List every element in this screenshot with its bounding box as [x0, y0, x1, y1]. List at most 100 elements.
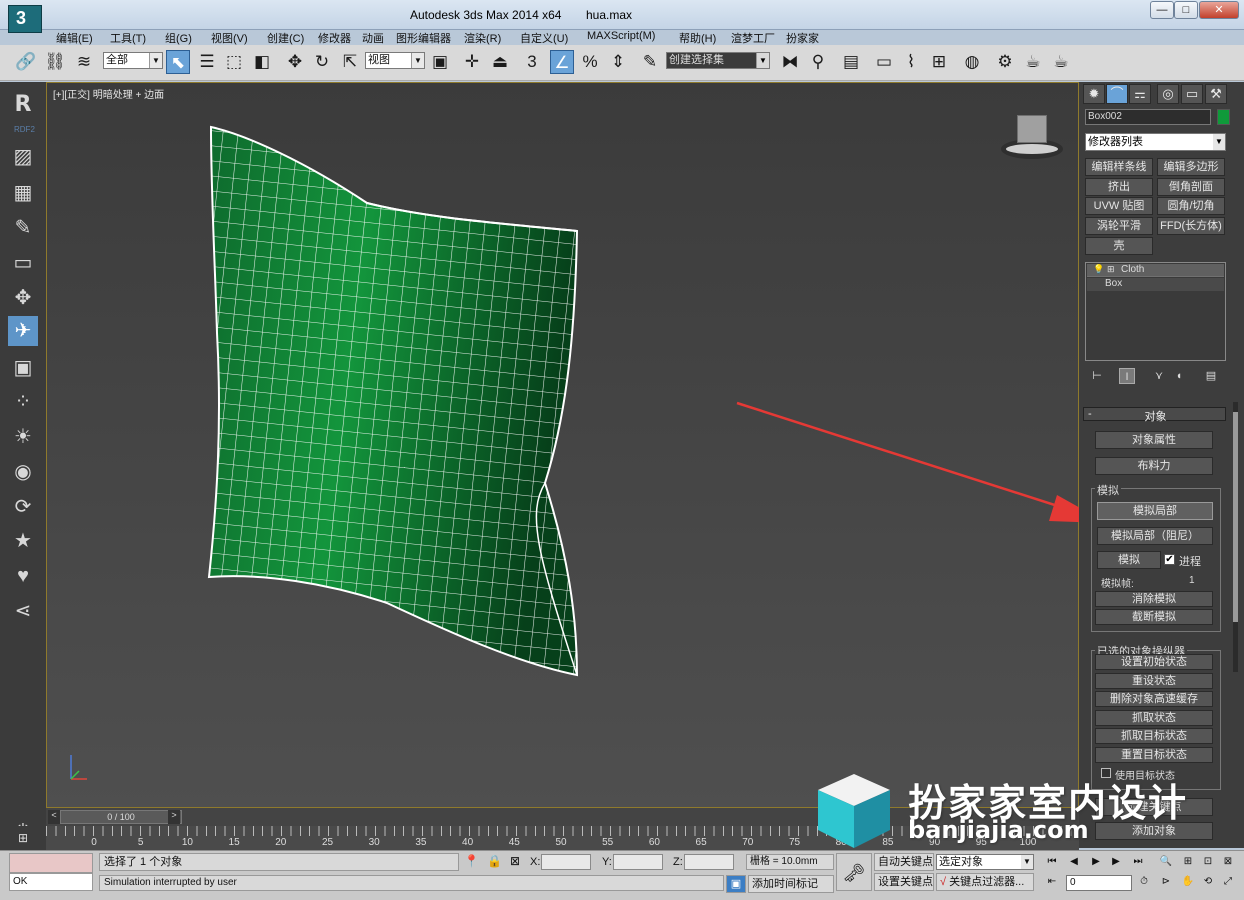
menu-modifiers[interactable]: 修改器 — [318, 30, 351, 46]
time-config-icon[interactable]: ⏱ — [1136, 875, 1152, 889]
x-coordinate-field[interactable] — [541, 854, 591, 870]
rollout-object-header[interactable]: - 对象 — [1083, 407, 1226, 423]
select-by-name-icon[interactable]: ☰ — [195, 50, 219, 74]
menu-animation[interactable]: 动画 — [362, 30, 384, 46]
open-mini-curve-editor-icon[interactable]: ⊞ — [0, 826, 46, 850]
tab-display[interactable]: ▭ — [1181, 84, 1203, 104]
simulate-local-button[interactable]: 模拟局部 — [1097, 502, 1213, 520]
app-menu-button[interactable]: 3 — [8, 5, 42, 33]
dots-icon[interactable]: ⁘ — [8, 387, 38, 417]
next-frame-icon[interactable]: ▶ — [1108, 855, 1124, 869]
modifier-ffd-box-button[interactable]: FFD(长方体) — [1157, 217, 1225, 235]
percent-snap-icon[interactable]: % — [578, 50, 602, 74]
truncate-simulation-button[interactable]: 截断模拟 — [1095, 609, 1213, 625]
move-icon[interactable]: ✥ — [8, 283, 38, 313]
zoom-all-icon[interactable]: ⊞ — [1180, 855, 1196, 869]
image-icon[interactable]: ▨ — [8, 142, 38, 172]
menu-group[interactable]: 组(G) — [165, 30, 192, 46]
layer-manager-icon[interactable]: ▤ — [839, 50, 863, 74]
menu-create[interactable]: 创建(C) — [267, 30, 304, 46]
goto-start-icon[interactable]: ⏮ — [1044, 855, 1060, 869]
set-key-icon[interactable]: 🗝 — [836, 853, 872, 891]
zoom-extents-all-icon[interactable]: ⊠ — [1220, 855, 1236, 869]
stack-item-box[interactable]: Box — [1087, 278, 1224, 291]
reset-target-state-button[interactable]: 重置目标状态 — [1095, 747, 1213, 763]
simulate-button[interactable]: 模拟 — [1097, 551, 1161, 569]
goto-end-icon[interactable]: ⏭ — [1130, 855, 1146, 869]
cloth-forces-button[interactable]: 布料力 — [1095, 457, 1213, 475]
expand-plus-icon[interactable]: ⊞ — [1107, 264, 1115, 275]
graphite-ribbon-icon[interactable]: ▭ — [872, 50, 896, 74]
snaps-toggle-icon[interactable]: 3 — [520, 50, 544, 74]
delete-object-cache-button[interactable]: 删除对象高速缓存 — [1095, 691, 1213, 707]
menu-graph-editors[interactable]: 图形编辑器 — [396, 30, 451, 46]
menu-edit[interactable]: 编辑(E) — [56, 30, 93, 46]
object-name-field[interactable]: Box002 — [1085, 109, 1211, 125]
zoom-extents-icon[interactable]: ⊡ — [1200, 855, 1216, 869]
pivot-center-icon[interactable]: ▣ — [428, 50, 452, 74]
set-key-button[interactable]: 设置关键点 — [874, 873, 934, 891]
unlink-icon[interactable]: ⛓ — [43, 50, 67, 74]
mirror-icon[interactable]: ⧓ — [778, 50, 802, 74]
menu-tools[interactable]: 工具(T) — [110, 30, 146, 46]
isolate-selection-icon[interactable]: 📍 — [464, 854, 479, 868]
key-mode-icon[interactable]: ⇤ — [1044, 875, 1060, 889]
grab-state-button[interactable]: 抓取状态 — [1095, 710, 1213, 726]
perspective-viewport[interactable]: [+][正交] 明暗处理 + 边面 — [46, 82, 1080, 808]
modifier-turbosmooth-button[interactable]: 涡轮平滑 — [1085, 217, 1153, 235]
select-object-icon[interactable]: ⬉ — [166, 50, 190, 74]
pillow-mesh[interactable] — [197, 113, 597, 693]
show-end-result-icon[interactable]: I — [1119, 368, 1135, 384]
modifier-shell-button[interactable]: 壳 — [1085, 237, 1153, 255]
menu-banjiajia[interactable]: 扮家家 — [786, 30, 819, 46]
select-manipulate-icon[interactable]: ✛ — [460, 50, 484, 74]
modifier-extrude-button[interactable]: 挤出 — [1085, 178, 1153, 196]
zoom-icon[interactable]: 🔍 — [1158, 855, 1174, 869]
menu-customize[interactable]: 自定义(U) — [520, 30, 568, 46]
bind-spacewarp-icon[interactable]: ≋ — [72, 50, 96, 74]
share-icon[interactable]: ⋖ — [8, 596, 38, 626]
z-coordinate-field[interactable] — [684, 854, 734, 870]
edit-icon[interactable]: ✎ — [8, 213, 38, 243]
rdf-logo-icon[interactable]: R — [8, 90, 38, 120]
airplane-icon[interactable]: ✈ — [8, 316, 38, 346]
make-unique-icon[interactable]: ⋎ — [1151, 368, 1167, 384]
rendered-frame-icon[interactable]: ☕ — [1021, 50, 1045, 74]
tab-utilities[interactable]: ⚒ — [1205, 84, 1227, 104]
stack-item-cloth[interactable]: 💡 ⊞ Cloth — [1087, 264, 1224, 277]
selection-filter-dropdown[interactable]: 全部 ▼ — [103, 52, 163, 69]
modifier-uvw-map-button[interactable]: UVW 贴图 — [1085, 197, 1153, 215]
reference-coord-dropdown[interactable]: 视图 ▼ — [365, 52, 425, 69]
edit-named-selections-icon[interactable]: ✎ — [638, 50, 662, 74]
star-icon[interactable]: ★ — [8, 526, 38, 556]
key-filters-button[interactable]: √ 关键点过滤器... — [936, 873, 1034, 891]
menu-help[interactable]: 帮助(H) — [679, 30, 716, 46]
menu-rendering[interactable]: 渲染(R) — [464, 30, 501, 46]
scrollbar-thumb[interactable] — [1233, 412, 1238, 622]
material-editor-icon[interactable]: ◍ — [960, 50, 984, 74]
field-of-view-icon[interactable]: ⊳ — [1158, 875, 1174, 889]
time-slider-prev-button[interactable]: < — [48, 810, 60, 824]
maxscript-output[interactable]: OK — [9, 873, 93, 891]
key-selection-dropdown[interactable]: 选定对象 ▼ — [936, 854, 1034, 870]
menu-views[interactable]: 视图(V) — [211, 30, 248, 46]
tab-hierarchy[interactable]: ⚎ — [1129, 84, 1151, 104]
render-production-icon[interactable]: ☕ — [1049, 50, 1073, 74]
keyboard-shortcut-icon[interactable]: ⏏ — [488, 50, 512, 74]
render-setup-icon[interactable]: ⚙ — [993, 50, 1017, 74]
tab-create[interactable]: ✹ — [1083, 84, 1105, 104]
modifier-list-dropdown[interactable]: 修改器列表 ▼ — [1085, 133, 1226, 151]
spinner-snap-icon[interactable]: ⇕ — [606, 50, 630, 74]
set-initial-state-button[interactable]: 设置初始状态 — [1095, 654, 1213, 670]
scale-icon[interactable]: ⇱ — [338, 50, 362, 74]
lightbulb-icon[interactable]: 💡 — [1093, 264, 1104, 275]
object-properties-button[interactable]: 对象属性 — [1095, 431, 1213, 449]
object-color-swatch[interactable] — [1217, 109, 1230, 125]
maximize-button[interactable]: □ — [1174, 1, 1198, 19]
add-time-tag-button[interactable]: 添加时间标记 — [748, 875, 834, 893]
modifier-fillet-chamfer-button[interactable]: 圆角/切角 — [1157, 197, 1225, 215]
tab-motion[interactable]: ◎ — [1157, 84, 1179, 104]
modifier-edit-spline-button[interactable]: 编辑样条线 — [1085, 158, 1153, 176]
align-icon[interactable]: ⚲ — [806, 50, 830, 74]
monitor-icon[interactable]: ▭ — [8, 248, 38, 278]
